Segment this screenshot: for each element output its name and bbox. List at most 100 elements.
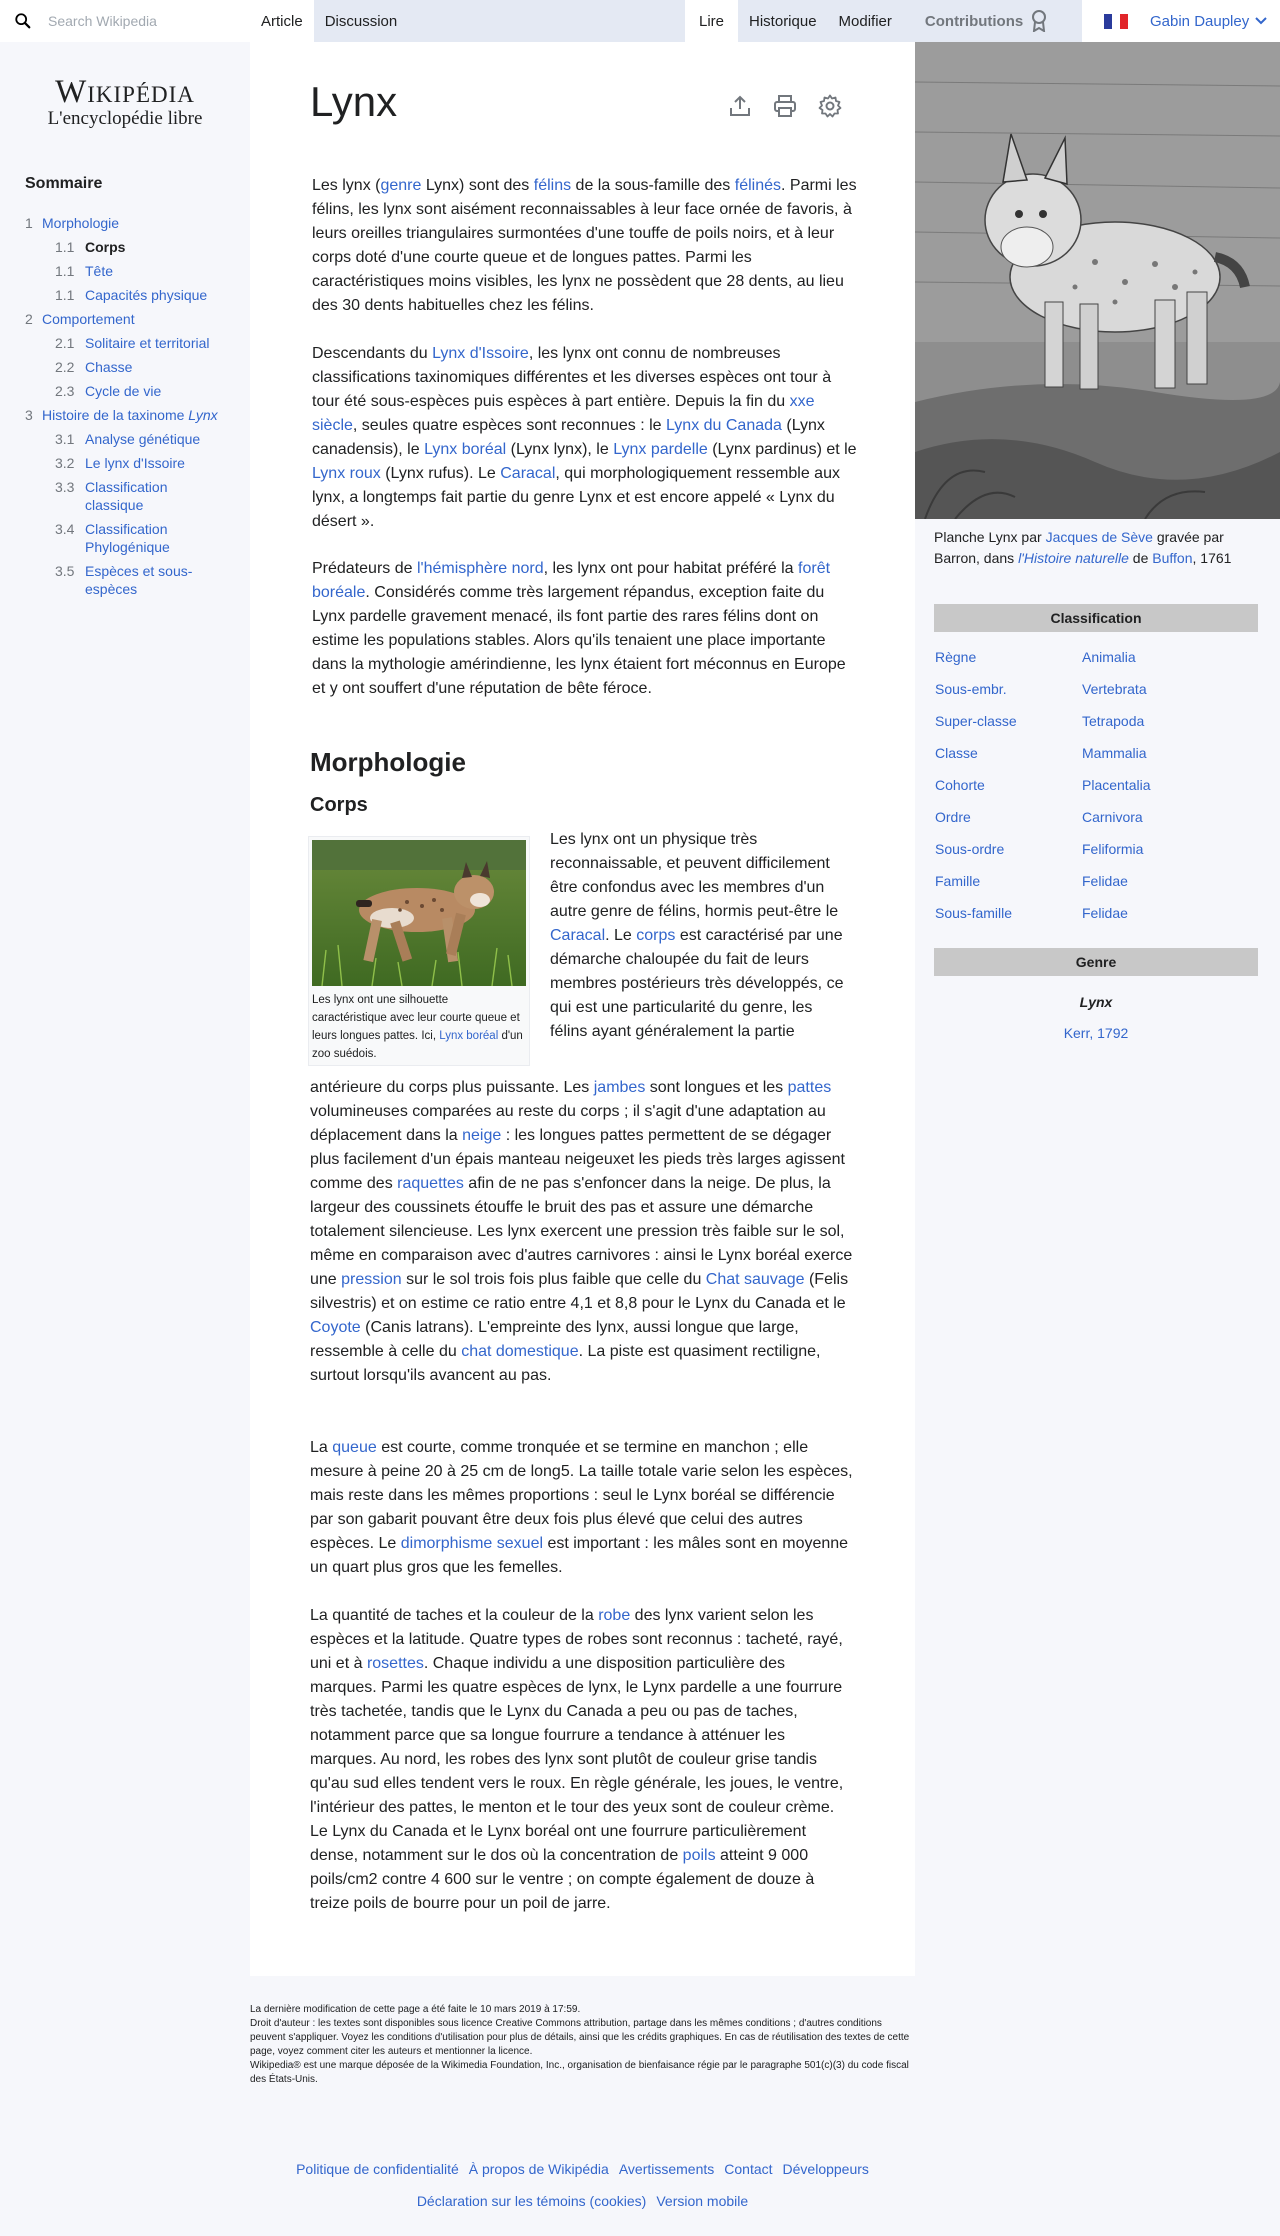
inline-link[interactable]: Lynx roux xyxy=(312,465,381,482)
rank-link[interactable]: Sous-ordre xyxy=(934,841,1081,857)
search-input[interactable] xyxy=(48,13,238,29)
footer-link[interactable]: Version mobile xyxy=(656,2193,748,2209)
inline-link[interactable]: pattes xyxy=(788,1079,832,1096)
inline-link[interactable]: Coyote xyxy=(310,1319,361,1336)
taxon-link[interactable]: Carnivora xyxy=(1081,809,1228,825)
gear-icon[interactable] xyxy=(818,94,842,118)
rank-link[interactable]: Cohorte xyxy=(934,777,1081,793)
tab-edit[interactable]: Modifier xyxy=(828,0,903,42)
toc-label-text: Cycle de vie xyxy=(85,383,162,399)
toc-label-emphasis: Lynx xyxy=(188,407,218,423)
toc-label-text: Espèces et sous-espèces xyxy=(85,563,193,597)
inline-link[interactable]: chat domestique xyxy=(461,1343,578,1360)
taxon-link[interactable]: Mammalia xyxy=(1081,745,1228,761)
toc-item[interactable]: 1 Morphologie xyxy=(0,214,250,232)
toc-item[interactable]: 3.4 Classification Phylogénique xyxy=(0,520,250,556)
rank-link[interactable]: Ordre xyxy=(934,809,1081,825)
inline-link[interactable]: raquettes xyxy=(397,1175,464,1192)
footer-link[interactable]: Politique de confidentialité xyxy=(296,2161,459,2177)
toc-item[interactable]: 3.3 Classification classique xyxy=(0,478,250,514)
inline-link[interactable]: Caracal xyxy=(550,927,605,944)
inline-link[interactable]: Lynx boréal xyxy=(424,441,506,458)
inline-link[interactable]: Lynx pardelle xyxy=(613,441,708,458)
taxon-link[interactable]: Felidae xyxy=(1081,905,1228,921)
inline-link[interactable]: neige xyxy=(462,1127,501,1144)
toc-item[interactable]: 2 Comportement xyxy=(0,310,250,328)
toc-item[interactable]: 1.1 Corps xyxy=(0,238,250,256)
taxon-link[interactable]: Tetrapoda xyxy=(1081,713,1228,729)
classification-row: Cohorte Placentalia xyxy=(934,777,1258,793)
user-menu[interactable]: Gabin Daupley xyxy=(1082,0,1280,42)
tab-read[interactable]: Lire xyxy=(685,0,739,42)
toc-item[interactable]: 2.1 Solitaire et territorial xyxy=(0,334,250,352)
toc-label: Analyse génétique xyxy=(85,430,200,448)
inline-link[interactable]: Lynx du Canada xyxy=(666,417,782,434)
toc-item[interactable]: 1.1 Capacités physique xyxy=(0,286,250,304)
inline-link[interactable]: Lynx d'Issoire xyxy=(432,345,529,362)
taxon-link[interactable]: Vertebrata xyxy=(1081,681,1228,697)
taxon-link[interactable]: Placentalia xyxy=(1081,777,1228,793)
print-icon[interactable] xyxy=(773,94,797,118)
text-run: Les lynx ( xyxy=(312,177,381,194)
toc-item[interactable]: 3.2 Le lynx d'Issoire xyxy=(0,454,250,472)
inline-link[interactable]: pression xyxy=(341,1271,401,1288)
inline-link[interactable]: rosettes xyxy=(367,1655,424,1672)
contributions-link[interactable]: Contributions xyxy=(903,0,1061,42)
text-run: Descendants du xyxy=(312,345,433,362)
footer-link[interactable]: Déclaration sur les témoins (cookies) xyxy=(417,2193,647,2209)
rank-link[interactable]: Famille xyxy=(934,873,1081,889)
lynx-engraving-image[interactable] xyxy=(915,42,1280,519)
footer-link[interactable]: Contact xyxy=(724,2161,772,2177)
inline-link[interactable]: dimorphisme sexuel xyxy=(401,1535,543,1552)
footer-link[interactable]: Avertissements xyxy=(619,2161,714,2177)
toc-item[interactable]: 2.3 Cycle de vie xyxy=(0,382,250,400)
toc-label: Morphologie xyxy=(42,214,119,232)
rank-link[interactable]: Règne xyxy=(934,649,1081,665)
toc-item[interactable]: 3 Histoire de la taxinome Lynx xyxy=(0,406,250,424)
rank-link[interactable]: Classe xyxy=(934,745,1081,761)
inline-link[interactable]: l'hémisphère nord xyxy=(417,560,544,577)
share-icon[interactable] xyxy=(728,94,752,118)
inline-link[interactable]: l'Histoire naturelle xyxy=(1018,550,1129,566)
inline-link[interactable]: félinés xyxy=(735,177,781,194)
top-bar: Article Discussion Lire Historique Modif… xyxy=(0,0,1280,42)
inline-link[interactable]: Chat sauvage xyxy=(706,1271,805,1288)
contributions-label: Contributions xyxy=(924,12,1024,30)
tab-article[interactable]: Article xyxy=(250,0,314,42)
toc-item[interactable]: 1.1 Tête xyxy=(0,262,250,280)
taxon-link[interactable]: Feliformia xyxy=(1081,841,1228,857)
toc-title: Sommaire xyxy=(25,175,103,192)
chevron-down-icon xyxy=(1255,17,1267,25)
footer-link[interactable]: Développeurs xyxy=(783,2161,869,2177)
taxon-link[interactable]: Felidae xyxy=(1081,873,1228,889)
inline-link[interactable]: corps xyxy=(636,927,675,944)
inline-link[interactable]: jambes xyxy=(594,1079,646,1096)
search-icon[interactable] xyxy=(14,12,32,30)
wikipedia-logo[interactable]: Wikipédia L'encyclopédie libre xyxy=(0,75,250,129)
rank-link[interactable]: Sous-embr. xyxy=(934,681,1081,697)
inline-link[interactable]: poils xyxy=(683,1847,716,1864)
inline-link[interactable]: Buffon xyxy=(1152,550,1192,566)
classification-row: Classe Mammalia xyxy=(934,745,1258,761)
tab-history[interactable]: Historique xyxy=(738,0,828,42)
inline-link[interactable]: félins xyxy=(534,177,571,194)
inline-link[interactable]: queue xyxy=(332,1439,377,1456)
inline-link[interactable]: genre xyxy=(380,177,421,194)
intro-paragraph-2: Descendants du Lynx d'Issoire, les lynx … xyxy=(312,342,858,534)
last-modified-text: La dernière modification de cette page a… xyxy=(250,2004,581,2015)
rank-link[interactable]: Super-classe xyxy=(934,713,1081,729)
lynx-photo[interactable] xyxy=(312,840,526,986)
toc-item[interactable]: 3.5 Espèces et sous-espèces xyxy=(0,562,250,598)
inline-link[interactable]: robe xyxy=(598,1607,630,1624)
genre-authority-link[interactable]: Kerr, 1792 xyxy=(934,1025,1258,1041)
inline-link[interactable]: Lynx boréal xyxy=(439,1030,498,1042)
taxon-link[interactable]: Animalia xyxy=(1081,649,1228,665)
inline-link[interactable]: Caracal xyxy=(500,465,555,482)
tab-discussion[interactable]: Discussion xyxy=(314,0,409,42)
footer-link[interactable]: À propos de Wikipédia xyxy=(469,2161,609,2177)
toc-number: 3.2 xyxy=(55,455,75,471)
inline-link[interactable]: Jacques de Sève xyxy=(1046,529,1153,545)
rank-link[interactable]: Sous-famille xyxy=(934,905,1081,921)
toc-item[interactable]: 3.1 Analyse génétique xyxy=(0,430,250,448)
toc-item[interactable]: 2.2 Chasse xyxy=(0,358,250,376)
